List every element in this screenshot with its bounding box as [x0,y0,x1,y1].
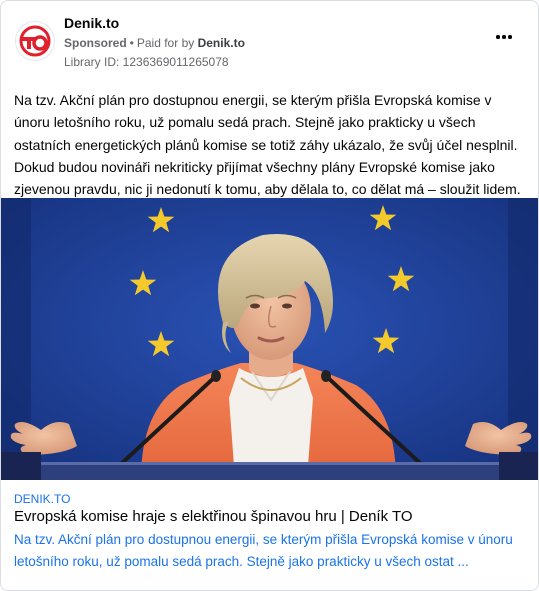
sponsored-meta: Sponsored • Paid for by Denik.to [64,36,245,50]
speaker-photo [1,198,538,480]
paid-for-by-name[interactable]: Denik.to [198,36,245,50]
post-body-text: Na tzv. Akční plán pro dostupnou energii… [14,92,521,198]
page-avatar[interactable] [15,21,55,61]
ad-image[interactable] [1,198,538,480]
more-options-button[interactable] [494,27,514,47]
ad-card: Denik.to Sponsored • Paid for by Denik.to … [0,0,539,591]
library-id: Library ID: 1236369011265078 [64,55,229,69]
link-domain[interactable]: DENIK.TO [14,492,70,506]
paid-for-by-label: Paid for by [136,36,195,50]
link-preview[interactable]: DENIK.TO Evropská komise hraje s elektři… [1,480,538,590]
more-dot-icon [496,35,500,39]
denik-to-logo-icon [19,25,51,57]
sponsored-label: Sponsored [64,36,127,50]
link-description[interactable]: Na tzv. Akční plán pro dostupnou energii… [14,529,529,573]
more-dot-icon [502,35,506,39]
page-name[interactable]: Denik.to [64,15,119,31]
more-dot-icon [508,35,512,39]
link-title[interactable]: Evropská komise hraje s elektřinou špina… [14,508,413,525]
meta-separator: • [129,36,134,50]
post-header: Denik.to Sponsored • Paid for by Denik.to … [1,1,538,81]
